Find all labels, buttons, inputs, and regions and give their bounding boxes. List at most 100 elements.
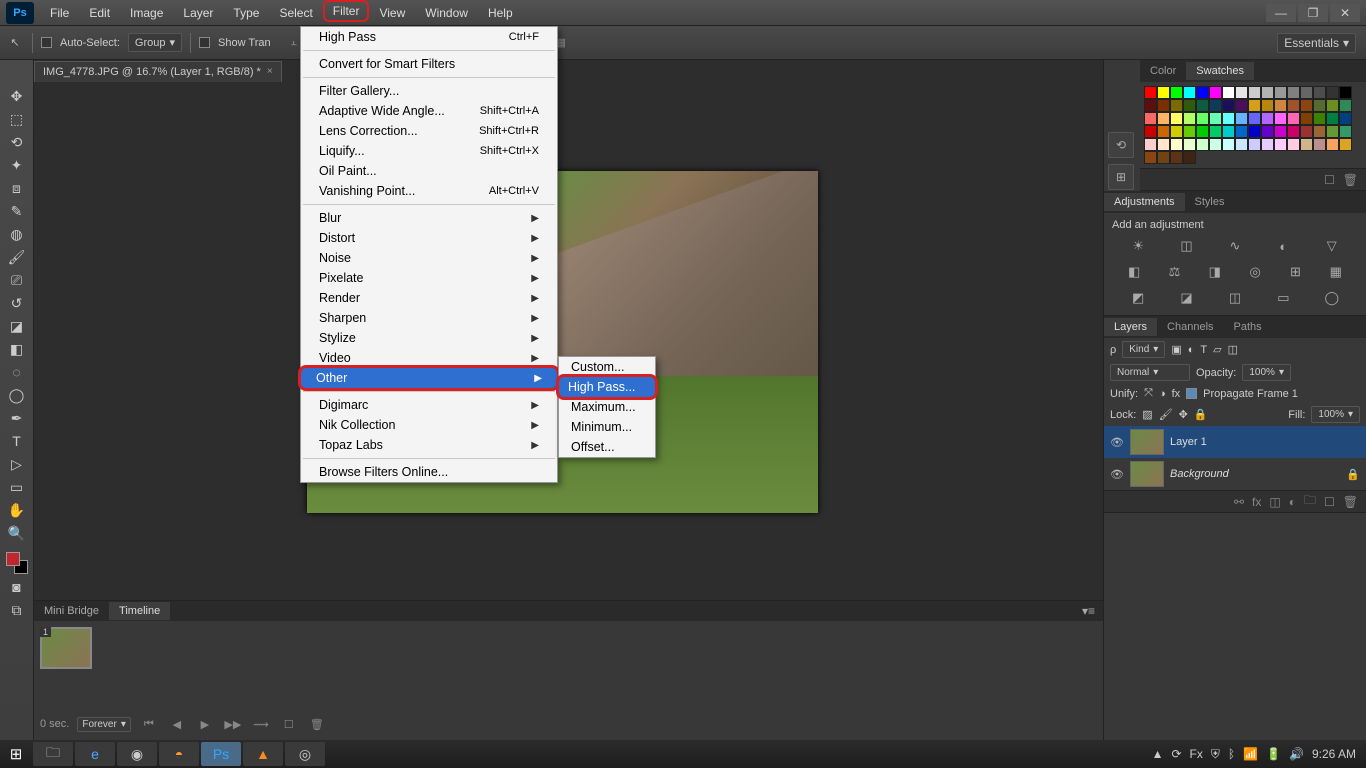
taskbar-photoshop[interactable]: Ps — [201, 742, 241, 766]
tray-battery-icon[interactable]: 🔋 — [1266, 747, 1281, 761]
delete-swatch-icon[interactable]: 🗑 — [1343, 173, 1358, 187]
swatch[interactable] — [1274, 138, 1287, 151]
swatch[interactable] — [1157, 125, 1170, 138]
zoom-tool[interactable]: 🔍 — [4, 523, 30, 543]
swatch[interactable] — [1313, 86, 1326, 99]
menu-item-pixelate[interactable]: Pixelate▶ — [301, 268, 557, 288]
loop-dropdown[interactable]: Forever ▾ — [77, 717, 130, 732]
swatch[interactable] — [1326, 112, 1339, 125]
swatch[interactable] — [1261, 138, 1274, 151]
menu-item-high-pass[interactable]: High PassCtrl+F — [301, 27, 557, 47]
tab-paths[interactable]: Paths — [1224, 318, 1272, 336]
tab-swatches[interactable]: Swatches — [1186, 62, 1254, 80]
taskbar-explorer[interactable]: 🗀 — [33, 742, 73, 766]
brush-tool[interactable]: 🖌 — [4, 247, 30, 267]
menu-item-noise[interactable]: Noise▶ — [301, 248, 557, 268]
color-swatch[interactable] — [6, 552, 28, 574]
swatch[interactable] — [1170, 99, 1183, 112]
lookup-icon[interactable]: ▦ — [1325, 263, 1347, 281]
tray-volume-icon[interactable]: 🔊 — [1289, 747, 1304, 761]
new-layer-icon[interactable]: ☐ — [1324, 495, 1335, 509]
swatch[interactable] — [1300, 99, 1313, 112]
quick-select-tool[interactable]: ✦ — [4, 155, 30, 175]
swatch[interactable] — [1339, 86, 1352, 99]
swatch[interactable] — [1287, 125, 1300, 138]
autoselect-checkbox[interactable] — [41, 37, 52, 48]
swatch[interactable] — [1196, 99, 1209, 112]
menu-help[interactable]: Help — [478, 0, 523, 25]
showtransform-checkbox[interactable] — [199, 37, 210, 48]
delete-frame-button[interactable]: 🗑 — [307, 718, 327, 731]
swatch[interactable] — [1326, 99, 1339, 112]
canvas-area[interactable] — [34, 82, 1103, 600]
swatch[interactable] — [1248, 99, 1261, 112]
taskbar-app[interactable]: ◎ — [285, 742, 325, 766]
filter-type-icon[interactable]: T — [1200, 344, 1207, 356]
swatch[interactable] — [1196, 125, 1209, 138]
taskbar-chrome[interactable]: ◉ — [117, 742, 157, 766]
posterize-icon[interactable]: ◪ — [1176, 289, 1198, 307]
marquee-tool[interactable]: ⬚ — [4, 109, 30, 129]
swatch[interactable] — [1157, 112, 1170, 125]
swatch[interactable] — [1313, 125, 1326, 138]
swatch[interactable] — [1235, 112, 1248, 125]
propagate-checkbox[interactable] — [1186, 388, 1197, 399]
menu-select[interactable]: Select — [269, 0, 322, 25]
submenu-item-maximum[interactable]: Maximum... — [559, 397, 655, 417]
selective-icon[interactable]: ◯ — [1321, 289, 1343, 307]
unify-pos-icon[interactable]: ⤧ — [1144, 387, 1153, 400]
filter-smart-icon[interactable]: ◫ — [1228, 343, 1238, 356]
swatch[interactable] — [1183, 112, 1196, 125]
swatch[interactable] — [1313, 99, 1326, 112]
swatch[interactable] — [1274, 112, 1287, 125]
tab-adjustments[interactable]: Adjustments — [1104, 193, 1185, 211]
taskbar-vlc[interactable]: ▲ — [243, 742, 283, 766]
swatch[interactable] — [1274, 125, 1287, 138]
play-button[interactable]: ▶ — [195, 718, 215, 731]
exposure-icon[interactable]: ◐ — [1272, 237, 1294, 255]
levels-icon[interactable]: ◫ — [1176, 237, 1198, 255]
bw-icon[interactable]: ◨ — [1204, 263, 1226, 281]
swatch[interactable] — [1300, 138, 1313, 151]
hand-tool[interactable]: ✋ — [4, 500, 30, 520]
swatch[interactable] — [1144, 112, 1157, 125]
menu-item-nik-collection[interactable]: Nik Collection▶ — [301, 415, 557, 435]
swatch[interactable] — [1144, 86, 1157, 99]
blend-mode-dropdown[interactable]: Normal ▾ — [1110, 364, 1190, 381]
swatch[interactable] — [1157, 138, 1170, 151]
layer-mask-icon[interactable]: ◫ — [1269, 495, 1280, 509]
history-brush-tool[interactable]: ↺ — [4, 293, 30, 313]
menu-item-render[interactable]: Render▶ — [301, 288, 557, 308]
frame-duration[interactable]: 0 sec. — [40, 718, 69, 730]
swatch[interactable] — [1222, 138, 1235, 151]
menu-item-browse-filters-online[interactable]: Browse Filters Online... — [301, 462, 557, 482]
eraser-tool[interactable]: ◪ — [4, 316, 30, 336]
blur-tool[interactable]: ◌ — [4, 362, 30, 382]
menu-item-blur[interactable]: Blur▶ — [301, 208, 557, 228]
swatch[interactable] — [1300, 112, 1313, 125]
visibility-icon[interactable]: 👁 — [1110, 436, 1124, 449]
submenu-item-high-pass[interactable]: High Pass... — [556, 374, 658, 400]
move-tool[interactable]: ✥ — [4, 86, 30, 106]
swatch[interactable] — [1313, 112, 1326, 125]
properties-panel-icon[interactable]: ⊞ — [1108, 164, 1134, 190]
swatch[interactable] — [1196, 138, 1209, 151]
menu-item-topaz-labs[interactable]: Topaz Labs▶ — [301, 435, 557, 455]
fill-input[interactable]: 100% ▾ — [1311, 406, 1360, 423]
swatch[interactable] — [1222, 112, 1235, 125]
swatch[interactable] — [1261, 125, 1274, 138]
swatch[interactable] — [1261, 86, 1274, 99]
link-layers-icon[interactable]: ⚯ — [1234, 495, 1244, 509]
lock-all-icon[interactable]: 🔒 — [1194, 408, 1208, 421]
swatch[interactable] — [1248, 86, 1261, 99]
maximize-button[interactable]: ❐ — [1298, 4, 1328, 22]
filter-adj-icon[interactable]: ◐ — [1188, 344, 1195, 356]
layer-row[interactable]: 👁Background🔒 — [1104, 458, 1366, 490]
swatch[interactable] — [1287, 138, 1300, 151]
crop-tool[interactable]: ⧈ — [4, 178, 30, 198]
swatch[interactable] — [1209, 112, 1222, 125]
swatch[interactable] — [1248, 125, 1261, 138]
dodge-tool[interactable]: ◯ — [4, 385, 30, 405]
screenmode-tool[interactable]: ⧉ — [4, 600, 30, 620]
timeline-frame[interactable]: 1 — [40, 627, 92, 669]
